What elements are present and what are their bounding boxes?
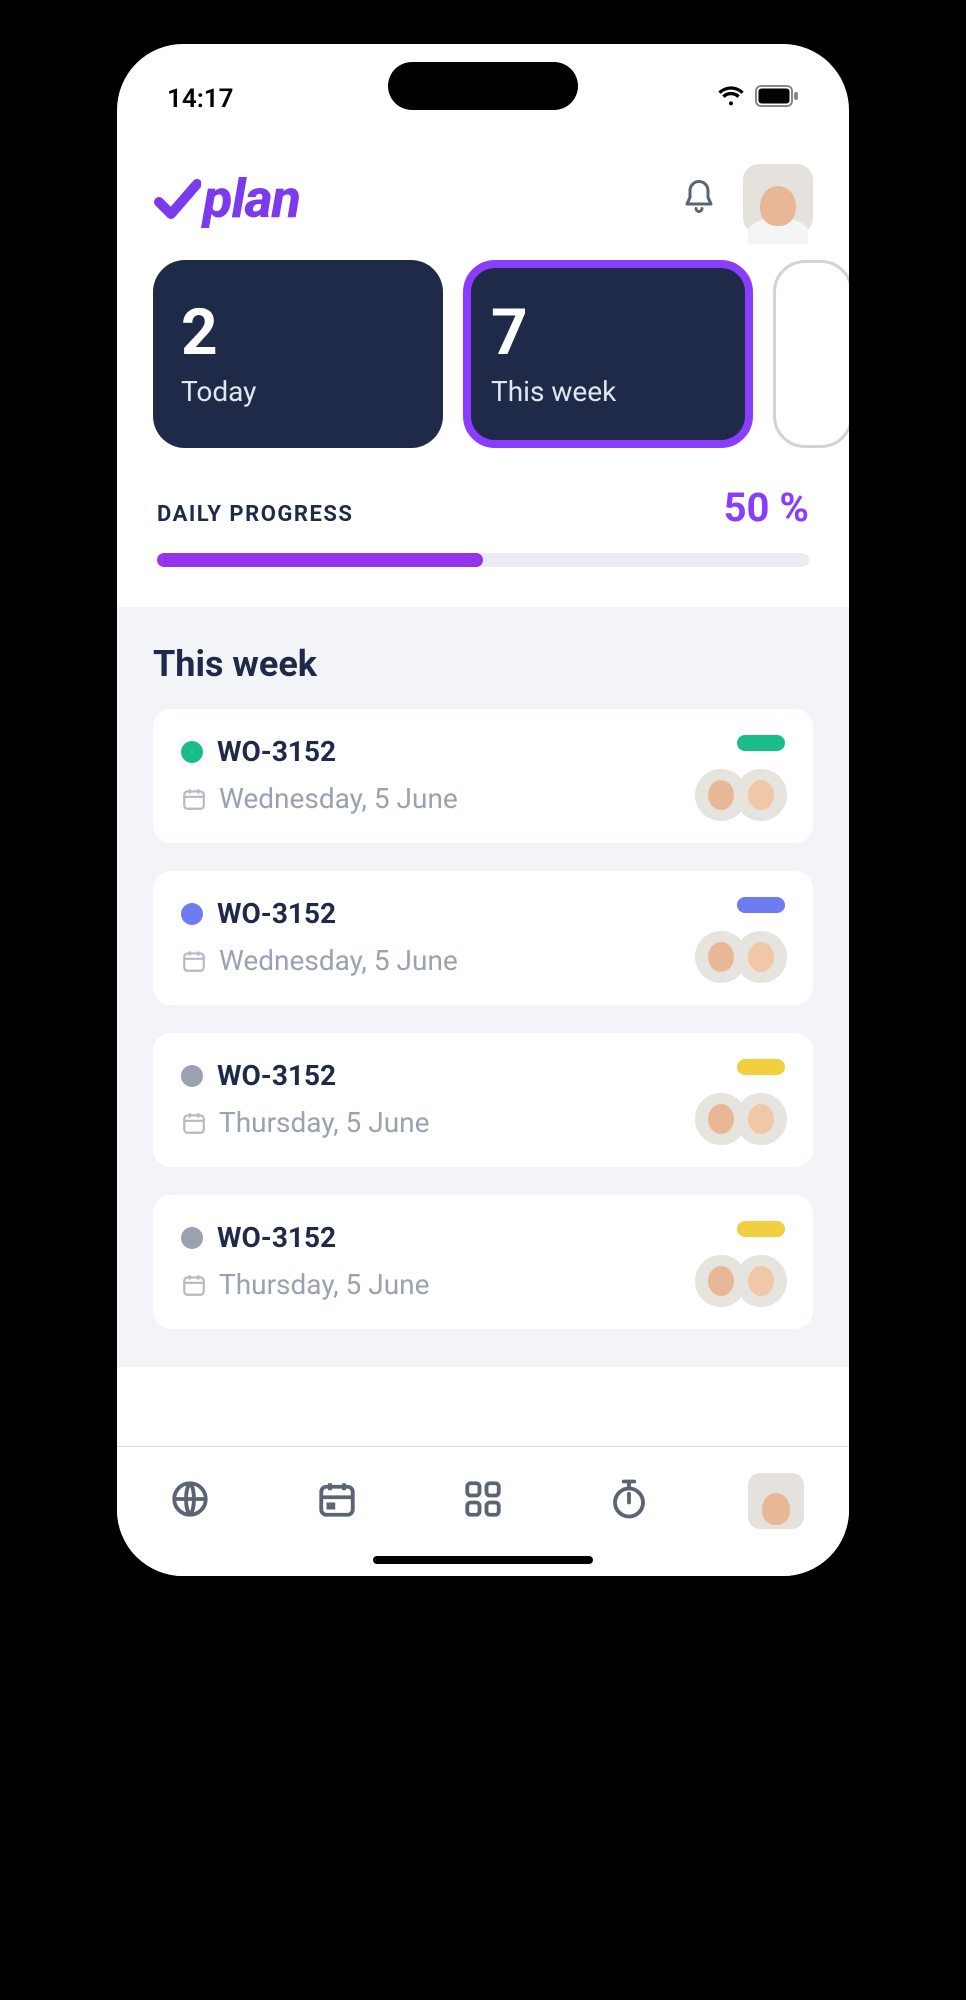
tab-calendar[interactable] <box>309 1473 365 1529</box>
tab-globe[interactable] <box>162 1473 218 1529</box>
wifi-icon <box>717 84 745 114</box>
progress-bar <box>157 553 809 567</box>
work-order-date: Wednesday, 5 June <box>219 944 458 977</box>
phone-frame: 14:17 plan <box>103 30 863 1590</box>
assignee-avatars[interactable] <box>707 1093 787 1145</box>
work-order-id: WO-3152 <box>217 1059 336 1092</box>
status-pill <box>737 1059 785 1075</box>
work-order-date: Wednesday, 5 June <box>219 782 458 815</box>
grid-icon <box>462 1478 504 1523</box>
profile-avatar-small <box>748 1473 804 1529</box>
calendar-icon <box>316 1478 358 1523</box>
device-notch <box>388 62 578 110</box>
work-order-card[interactable]: WO-3152 Wednesday, 5 June <box>153 709 813 843</box>
status-pill <box>737 897 785 913</box>
tab-timer[interactable] <box>601 1473 657 1529</box>
progress-fill <box>157 553 483 567</box>
work-order-card[interactable]: WO-3152 Thursday, 5 June <box>153 1195 813 1329</box>
calendar-icon <box>181 786 207 812</box>
status-pill <box>737 1221 785 1237</box>
work-order-id: WO-3152 <box>217 897 336 930</box>
work-order-id: WO-3152 <box>217 735 336 768</box>
status-dot <box>181 903 203 925</box>
progress-percent: 50 % <box>724 484 809 531</box>
stat-card-this-week[interactable]: 7 This week <box>463 260 753 448</box>
assignee-avatar[interactable] <box>735 769 787 821</box>
globe-icon <box>169 1478 211 1523</box>
list-heading: This week <box>153 643 813 685</box>
work-order-list[interactable]: This week WO-3152 Wednesday, 5 June WO-3… <box>117 607 849 1367</box>
progress-section: DAILY PROGRESS 50 % <box>117 448 849 607</box>
stat-card-today[interactable]: 2 Today <box>153 260 443 448</box>
calendar-icon <box>181 1110 207 1136</box>
notifications-button[interactable] <box>681 178 717 221</box>
assignee-avatars[interactable] <box>707 1255 787 1307</box>
stat-value: 7 <box>491 301 725 365</box>
work-order-date: Thursday, 5 June <box>219 1106 429 1139</box>
stopwatch-icon <box>608 1478 650 1523</box>
work-order-id: WO-3152 <box>217 1221 336 1254</box>
bell-icon <box>681 206 717 221</box>
assignee-avatar[interactable] <box>735 1255 787 1307</box>
brand-text: plan <box>203 168 300 231</box>
progress-title: DAILY PROGRESS <box>157 502 353 527</box>
assignee-avatars[interactable] <box>707 931 787 983</box>
home-indicator[interactable] <box>373 1556 593 1564</box>
stat-label: This week <box>491 375 725 408</box>
work-order-card[interactable]: WO-3152 Thursday, 5 June <box>153 1033 813 1167</box>
tab-profile[interactable] <box>748 1473 804 1529</box>
calendar-icon <box>181 948 207 974</box>
status-dot <box>181 741 203 763</box>
calendar-icon <box>181 1272 207 1298</box>
app-header: plan <box>117 134 849 254</box>
stat-card-next[interactable] <box>773 260 849 448</box>
status-dot <box>181 1227 203 1249</box>
work-order-date: Thursday, 5 June <box>219 1268 429 1301</box>
status-time: 14:17 <box>167 84 234 114</box>
brand-logo[interactable]: plan <box>153 168 300 231</box>
battery-icon <box>755 84 799 114</box>
profile-avatar[interactable] <box>743 164 813 234</box>
stat-label: Today <box>181 375 415 408</box>
status-pill <box>737 735 785 751</box>
assignee-avatar[interactable] <box>735 1093 787 1145</box>
tab-grid[interactable] <box>455 1473 511 1529</box>
status-dot <box>181 1065 203 1087</box>
assignee-avatars[interactable] <box>707 769 787 821</box>
stat-value: 2 <box>181 301 415 365</box>
logo-check-icon <box>153 175 201 223</box>
work-order-card[interactable]: WO-3152 Wednesday, 5 June <box>153 871 813 1005</box>
stats-row[interactable]: 2 Today 7 This week <box>117 254 849 448</box>
assignee-avatar[interactable] <box>735 931 787 983</box>
